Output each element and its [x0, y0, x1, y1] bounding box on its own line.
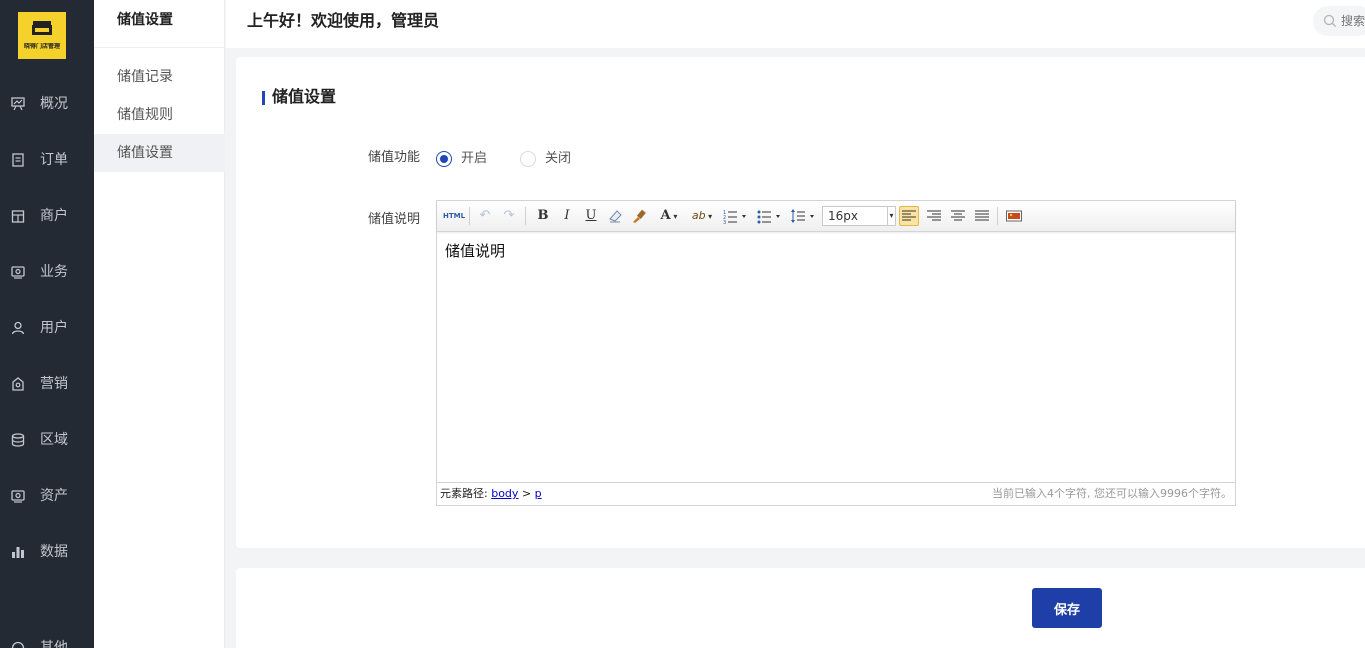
search-box[interactable] [1313, 6, 1365, 36]
toolbar-separator [997, 207, 998, 225]
submenu-item-records[interactable]: 储值记录 [94, 58, 225, 96]
settings-card: 储值设置 储值功能 开启 关闭 储值说明 HTML ↶ ↷ B I U A ▾ … [236, 57, 1365, 548]
radio-dot[interactable] [436, 151, 452, 167]
eraser-icon[interactable] [605, 206, 625, 226]
marketing-icon [12, 377, 24, 391]
path-separator: > [521, 487, 532, 500]
nav-label: 订单 [40, 152, 68, 168]
description-label: 储值说明 [368, 212, 421, 227]
font-size-select[interactable]: 16px ▾ [822, 206, 896, 226]
editor-toolbar: HTML ↶ ↷ B I U A ▾ ab ▾ 123 16px ▾ [437, 201, 1235, 232]
nav-label: 资产 [40, 488, 68, 504]
unordered-list-icon[interactable] [755, 206, 785, 226]
line-height-icon[interactable] [789, 206, 819, 226]
overview-icon [11, 97, 25, 111]
highlight-label: ab [691, 209, 706, 222]
align-center-icon[interactable] [948, 206, 968, 226]
submenu-item-label: 储值设置 [117, 145, 173, 161]
nav-label: 业务 [40, 264, 68, 280]
top-header: 上午好！欢迎使用，管理员 [226, 0, 1365, 48]
path-p-link[interactable]: p [535, 487, 542, 500]
redo-icon[interactable]: ↷ [499, 206, 519, 226]
nav-item-data[interactable]: 数据 [0, 532, 94, 572]
nav-item-asset[interactable]: 资产 [0, 476, 94, 516]
search-input[interactable] [1341, 13, 1365, 29]
highlight-color-button[interactable]: ab ▾ [687, 206, 717, 226]
shop-icon [32, 21, 52, 35]
region-icon [11, 433, 25, 447]
radio-disable-label: 关闭 [545, 151, 572, 166]
save-button[interactable]: 保存 [1032, 588, 1102, 628]
align-left-icon[interactable] [899, 206, 919, 226]
nav-item-region[interactable]: 区域 [0, 420, 94, 460]
insert-image-icon[interactable] [1004, 206, 1024, 226]
nav-item-user[interactable]: 用户 [0, 308, 94, 348]
nav-label: 用户 [40, 320, 68, 336]
nav-label: 其他 [40, 640, 68, 648]
nav-label: 商户 [40, 208, 68, 224]
svg-text:3: 3 [723, 220, 726, 224]
font-color-label: A [660, 208, 671, 223]
logo-text: 晓得门店管理 [23, 43, 60, 50]
action-bar: 保存 [236, 568, 1365, 648]
user-icon [11, 321, 25, 335]
nav-label: 数据 [40, 544, 68, 560]
radio-enable-label: 开启 [461, 151, 488, 166]
font-size-value: 16px [828, 209, 858, 223]
rich-text-editor: HTML ↶ ↷ B I U A ▾ ab ▾ 123 16px ▾ 储值说明 … [436, 200, 1236, 506]
format-brush-icon[interactable] [629, 206, 649, 226]
bold-button[interactable]: B [533, 206, 553, 226]
toolbar-separator [469, 207, 470, 225]
nav-item-business[interactable]: 业务 [0, 252, 94, 292]
nav-item-overview[interactable]: 概况 [0, 84, 94, 124]
business-icon [11, 266, 25, 279]
html-source-button[interactable]: HTML [442, 206, 466, 226]
italic-button[interactable]: I [557, 206, 577, 226]
word-count: 当前已输入4个字符, 您还可以输入9996个字符。 [992, 487, 1232, 500]
submenu-item-settings[interactable]: 储值设置 [94, 134, 225, 172]
asset-icon [11, 490, 25, 503]
nav-label: 区域 [40, 432, 68, 448]
secondary-menu: 储值设置 储值记录 储值规则 储值设置 [94, 0, 225, 648]
radio-dot[interactable] [520, 151, 536, 167]
search-icon [1323, 14, 1336, 27]
submenu-title: 储值设置 [117, 12, 173, 28]
nav-item-marketing[interactable]: 营销 [0, 364, 94, 404]
submenu-item-rules[interactable]: 储值规则 [94, 96, 225, 134]
feature-label: 储值功能 [368, 150, 421, 165]
radio-enable[interactable]: 开启 [436, 150, 487, 168]
align-justify-icon[interactable] [972, 206, 992, 226]
element-path-label: 元素路径: [440, 487, 488, 500]
nav-item-order[interactable]: 订单 [0, 140, 94, 180]
nav-label: 营销 [40, 376, 68, 392]
radio-disable[interactable]: 关闭 [520, 150, 571, 168]
section-title: 储值设置 [262, 88, 336, 106]
submenu-divider [94, 47, 225, 48]
main-sidebar: 晓得门店管理 概况 订单 商户 业务 用户 营销 区域 资产 数据 其他 [0, 0, 94, 648]
editor-status-bar: 元素路径: body > p 当前已输入4个字符, 您还可以输入9996个字符。 [437, 482, 1235, 505]
submenu-item-label: 储值记录 [117, 69, 173, 85]
ordered-list-icon[interactable]: 123 [721, 206, 751, 226]
data-icon [12, 547, 24, 558]
font-color-button[interactable]: A ▾ [655, 206, 683, 226]
undo-icon[interactable]: ↶ [475, 206, 495, 226]
path-body-link[interactable]: body [491, 487, 518, 500]
editor-content[interactable]: 储值说明 [437, 232, 1235, 482]
merchant-icon [11, 210, 25, 223]
store-logo[interactable]: 晓得门店管理 [18, 12, 66, 59]
underline-button[interactable]: U [581, 206, 601, 226]
other-icon [11, 641, 25, 648]
element-path: 元素路径: body > p [440, 487, 542, 501]
align-right-icon[interactable] [924, 206, 944, 226]
nav-label: 概况 [40, 96, 68, 112]
toolbar-separator [525, 207, 526, 225]
nav-item-merchant[interactable]: 商户 [0, 196, 94, 236]
submenu-item-label: 储值规则 [117, 107, 173, 123]
chevron-down-icon[interactable]: ▾ [887, 207, 895, 225]
nav-item-other[interactable]: 其他 [0, 628, 94, 648]
order-icon [12, 153, 24, 167]
greeting-text: 上午好！欢迎使用，管理员 [247, 11, 440, 30]
